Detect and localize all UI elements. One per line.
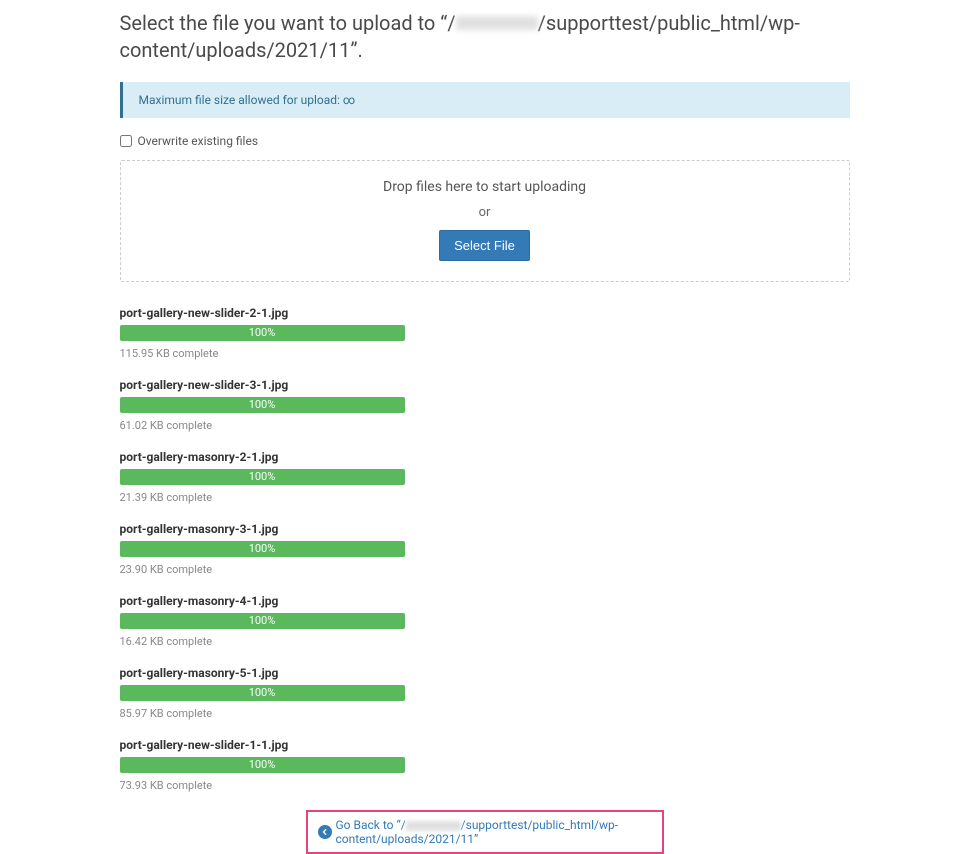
upload-filename: port-gallery-new-slider-2-1.jpg: [120, 306, 405, 320]
progress-bar: 100%: [120, 469, 405, 485]
page-title: Select the file you want to upload to “/…: [120, 10, 850, 64]
upload-item: port-gallery-masonry-2-1.jpg 100% 21.39 …: [120, 450, 405, 504]
upload-status: 61.02 KB complete: [120, 419, 405, 432]
or-text: or: [121, 205, 849, 220]
overwrite-checkbox[interactable]: [120, 135, 132, 147]
progress-bar: 100%: [120, 685, 405, 701]
upload-filename: port-gallery-new-slider-1-1.jpg: [120, 738, 405, 752]
redacted-path-segment: [456, 16, 538, 30]
upload-list: port-gallery-new-slider-2-1.jpg 100% 115…: [120, 306, 405, 792]
upload-item: port-gallery-new-slider-3-1.jpg 100% 61.…: [120, 378, 405, 432]
upload-filename: port-gallery-masonry-4-1.jpg: [120, 594, 405, 608]
upload-filename: port-gallery-masonry-5-1.jpg: [120, 666, 405, 680]
go-back-link[interactable]: Go Back to “//supporttest/public_html/wp…: [336, 818, 652, 846]
go-back-prefix: Go Back to “/: [336, 818, 406, 832]
progress-bar: 100%: [120, 397, 405, 413]
info-text: Maximum file size allowed for upload: ∞: [139, 93, 356, 107]
progress-bar: 100%: [120, 613, 405, 629]
overwrite-row: Overwrite existing files: [120, 134, 850, 148]
select-file-button[interactable]: Select File: [439, 230, 530, 261]
redacted-path-segment: [406, 821, 461, 831]
upload-filename: port-gallery-new-slider-3-1.jpg: [120, 378, 405, 392]
upload-status: 115.95 KB complete: [120, 347, 405, 360]
upload-filename: port-gallery-masonry-3-1.jpg: [120, 522, 405, 536]
upload-item: port-gallery-new-slider-2-1.jpg 100% 115…: [120, 306, 405, 360]
drop-text: Drop files here to start uploading: [121, 179, 849, 195]
upload-item: port-gallery-masonry-3-1.jpg 100% 23.90 …: [120, 522, 405, 576]
progress-bar: 100%: [120, 325, 405, 341]
progress-bar: 100%: [120, 541, 405, 557]
go-back-highlight: Go Back to “//supporttest/public_html/wp…: [306, 810, 664, 854]
upload-status: 16.42 KB complete: [120, 635, 405, 648]
dropzone[interactable]: Drop files here to start uploading or Se…: [120, 160, 850, 282]
upload-status: 85.97 KB complete: [120, 707, 405, 720]
upload-item: port-gallery-masonry-5-1.jpg 100% 85.97 …: [120, 666, 405, 720]
upload-filename: port-gallery-masonry-2-1.jpg: [120, 450, 405, 464]
overwrite-label[interactable]: Overwrite existing files: [138, 134, 259, 148]
upload-item: port-gallery-new-slider-1-1.jpg 100% 73.…: [120, 738, 405, 792]
progress-bar: 100%: [120, 757, 405, 773]
title-prefix: Select the file you want to upload to “/: [120, 11, 456, 35]
upload-status: 73.93 KB complete: [120, 779, 405, 792]
info-box: Maximum file size allowed for upload: ∞: [120, 82, 850, 118]
upload-status: 21.39 KB complete: [120, 491, 405, 504]
upload-status: 23.90 KB complete: [120, 563, 405, 576]
upload-item: port-gallery-masonry-4-1.jpg 100% 16.42 …: [120, 594, 405, 648]
arrow-left-circle-icon: [318, 825, 332, 839]
